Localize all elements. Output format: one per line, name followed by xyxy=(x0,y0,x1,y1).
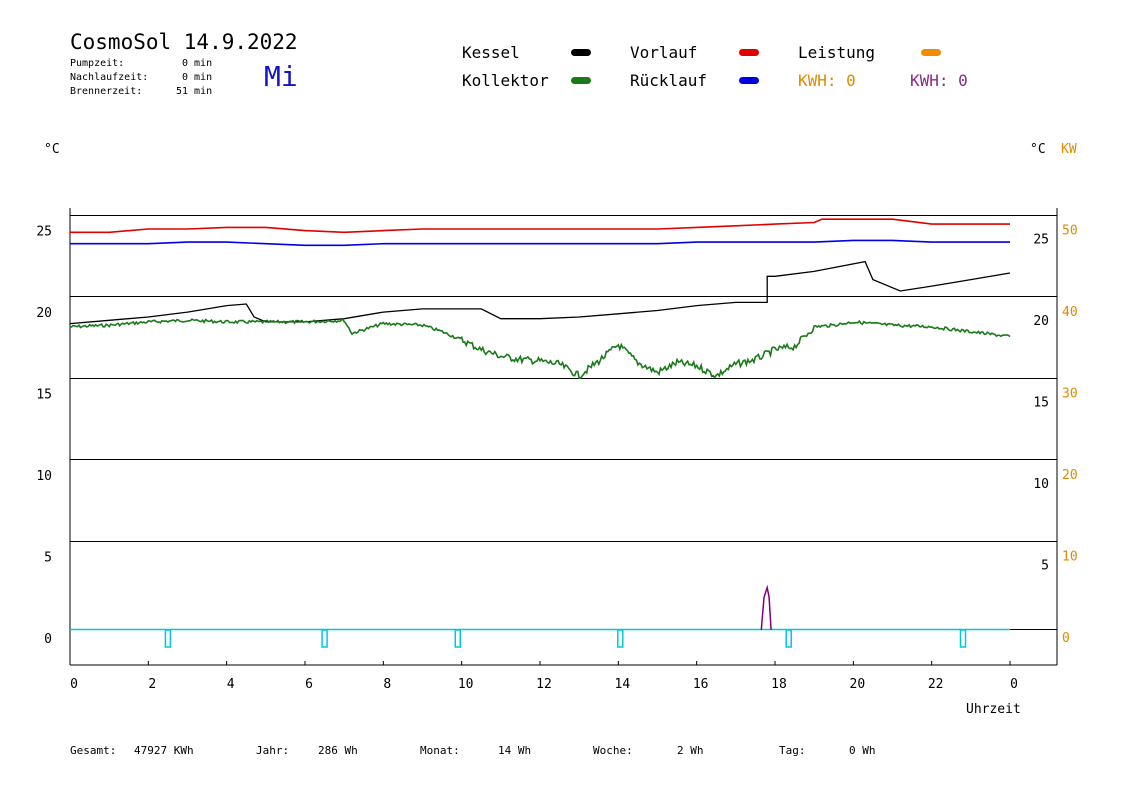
y-tick-right-c-5: 5 xyxy=(1041,559,1049,574)
series-layer xyxy=(69,218,1057,648)
y-tick-left-0: 0 xyxy=(44,632,52,647)
cyan-marker-1 xyxy=(321,629,328,648)
x-tick-label-0: 0 xyxy=(70,677,78,692)
x-tick-label-8: 16 xyxy=(693,677,709,692)
footer-gesamt-value: 47927 KWh xyxy=(134,744,194,757)
x-tick-label-3: 6 xyxy=(305,677,313,692)
footer-woche-value: 2 Wh xyxy=(677,744,704,757)
x-tick-label-7: 14 xyxy=(615,677,631,692)
chart-canvas: 0 5 10 15 20 25 5 10 15 20 25 0 10 20 30 40 50 0 2 4 6 8 10 12 1… xyxy=(36,208,1078,693)
cyan-marker-3 xyxy=(617,629,624,648)
series-kwh-spike xyxy=(760,584,772,631)
footer-gesamt-label: Gesamt: xyxy=(70,744,117,757)
x-tick-label-9: 18 xyxy=(771,677,787,692)
x-tick-label-4: 8 xyxy=(383,677,391,692)
footer-monat-value: 14 Wh xyxy=(498,744,532,757)
y-tick-right-kw-40: 40 xyxy=(1062,305,1078,320)
x-tick-label-11: 22 xyxy=(928,677,944,692)
y-tick-left-25: 25 xyxy=(36,225,52,240)
cyan-marker-4 xyxy=(785,629,792,648)
y-tick-left-10: 10 xyxy=(36,469,52,484)
x-tick-label-1: 2 xyxy=(148,677,156,692)
x-tick-label-12: 0 xyxy=(1010,677,1018,692)
x-tick-label-6: 12 xyxy=(536,677,552,692)
y-tick-right-kw-20: 20 xyxy=(1062,468,1078,483)
y-tick-right-kw-30: 30 xyxy=(1062,387,1078,402)
y-tick-left-5: 5 xyxy=(44,551,52,566)
grid-layer xyxy=(69,208,1058,666)
footer-tag-value: 0 Wh xyxy=(849,744,876,757)
series-kollektor xyxy=(69,317,1011,379)
footer-jahr-value: 286 Wh xyxy=(318,744,358,757)
x-tick-label-5: 10 xyxy=(458,677,474,692)
ticks-layer: 0 5 10 15 20 25 5 10 15 20 25 0 10 20 30 40 50 0 2 4 6 8 10 12 1… xyxy=(36,224,1077,693)
footer-monat-label: Monat: xyxy=(420,744,460,757)
y-tick-right-c-20: 20 xyxy=(1033,314,1049,329)
x-tick-label-10: 20 xyxy=(850,677,866,692)
series-kessel xyxy=(69,260,1011,325)
y-tick-left-20: 20 xyxy=(36,306,52,321)
y-tick-right-c-25: 25 xyxy=(1033,233,1049,248)
cyan-marker-0 xyxy=(164,629,172,648)
y-tick-right-kw-50: 50 xyxy=(1062,224,1078,239)
y-tick-right-c-15: 15 xyxy=(1033,396,1049,411)
y-tick-left-15: 15 xyxy=(36,388,52,403)
cyan-marker-5 xyxy=(959,629,967,648)
y-tick-right-kw-0: 0 xyxy=(1062,631,1070,646)
series-ruecklauf xyxy=(70,239,1010,247)
x-tick-label-2: 4 xyxy=(227,677,235,692)
footer-jahr-label: Jahr: xyxy=(256,744,290,757)
footer-tag-label: Tag: xyxy=(779,744,806,757)
footer-woche-label: Woche: xyxy=(593,744,633,757)
cyan-marker-2 xyxy=(454,629,461,648)
y-tick-right-c-10: 10 xyxy=(1033,477,1049,492)
y-tick-right-kw-10: 10 xyxy=(1062,550,1078,565)
series-vorlauf xyxy=(70,218,1010,234)
